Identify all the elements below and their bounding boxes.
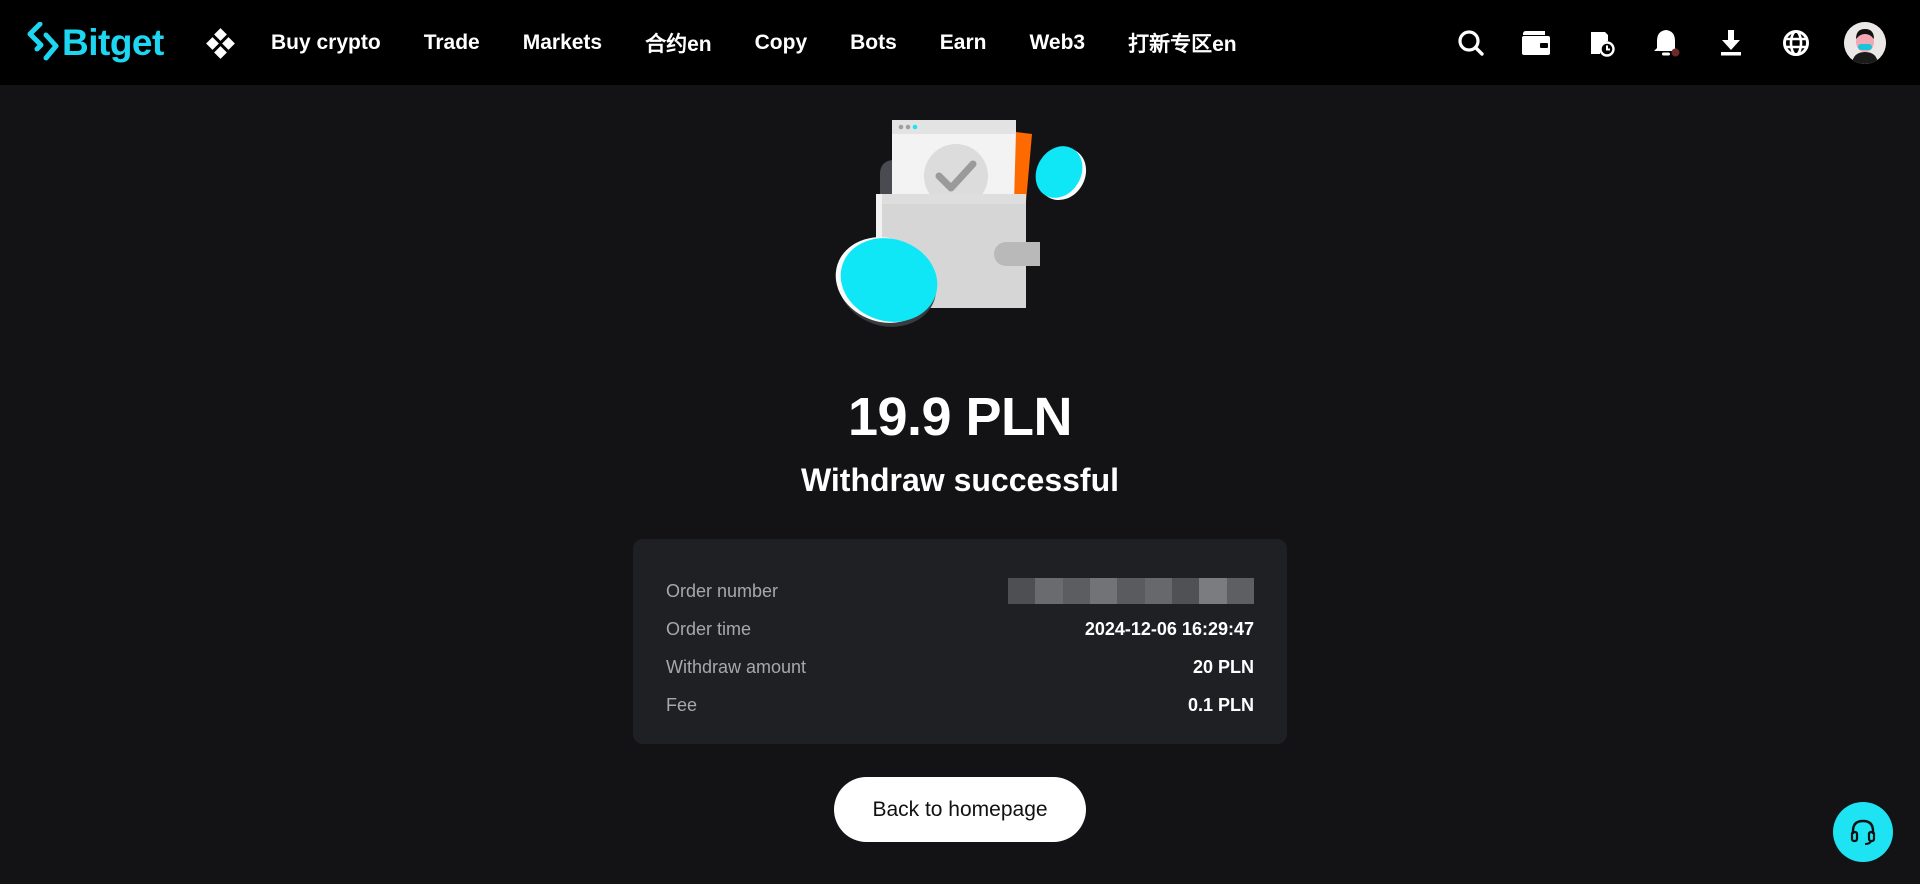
main-nav: Buy crypto Trade Markets 合约en Copy Bots …: [271, 0, 1280, 85]
user-avatar-image: [1844, 21, 1886, 64]
nav-item-buy-crypto[interactable]: Buy crypto: [271, 31, 381, 55]
order-number-label: Order number: [666, 580, 779, 601]
download-icon: [1721, 29, 1741, 55]
withdraw-amount-label: Withdraw amount: [666, 656, 807, 677]
fee-label: Fee: [666, 694, 698, 715]
headset-icon: [1850, 819, 1876, 845]
nav-item-earn[interactable]: Earn: [940, 31, 987, 55]
search-button[interactable]: [1456, 28, 1486, 58]
order-details-card: Order number Order time 2024-12-06 16:29…: [633, 539, 1287, 744]
nav-item-trade[interactable]: Trade: [424, 31, 480, 55]
nav-item-futures[interactable]: 合约en: [645, 28, 712, 58]
bitget-logo-icon: [27, 22, 59, 61]
nav-item-bots[interactable]: Bots: [850, 31, 897, 55]
orders-button[interactable]: [1586, 28, 1616, 58]
detail-row-fee: Fee 0.1 PLN: [666, 686, 1254, 724]
header-tools: [1421, 0, 1886, 85]
fee-value: 0.1 PLN: [1187, 694, 1254, 715]
download-button[interactable]: [1716, 28, 1746, 58]
wallet-icon: [1522, 30, 1550, 55]
customer-support-button[interactable]: [1833, 802, 1893, 862]
withdraw-amount-value: 20 PLN: [1192, 656, 1254, 677]
withdraw-success-illustration: [835, 120, 1087, 327]
order-time-value: 2024-12-06 16:29:47: [1084, 618, 1254, 639]
order-time-label: Order time: [666, 618, 752, 639]
detail-row-withdraw-amount: Withdraw amount 20 PLN: [666, 648, 1254, 686]
nav-item-launchpad[interactable]: 打新专区en: [1128, 28, 1237, 58]
language-button[interactable]: [1781, 28, 1811, 58]
detail-row-order-time: Order time 2024-12-06 16:29:47: [666, 610, 1254, 648]
search-icon: [1458, 29, 1484, 56]
withdraw-amount-headline: 19.9 PLN: [847, 387, 1073, 447]
nav-item-copy[interactable]: Copy: [755, 31, 808, 55]
order-history-icon: [1591, 31, 1615, 57]
bell-icon: [1654, 29, 1680, 56]
bitget-logo-text: Bitget: [62, 21, 164, 63]
notifications-button[interactable]: [1651, 28, 1681, 58]
globe-icon: [1783, 29, 1809, 56]
withdraw-status-title: Withdraw successful: [800, 462, 1119, 498]
top-navigation-bar: Bitget Buy crypto Trade Markets 合约en Cop…: [0, 0, 1920, 85]
avatar[interactable]: [1844, 21, 1886, 64]
apps-grid-icon[interactable]: [205, 28, 237, 60]
wallet-button[interactable]: [1521, 28, 1551, 58]
nav-item-web3[interactable]: Web3: [1029, 31, 1085, 55]
back-to-homepage-button[interactable]: Back to homepage: [834, 777, 1086, 842]
bitget-logo[interactable]: Bitget: [26, 18, 164, 66]
order-number-value-redacted: [1008, 578, 1254, 604]
detail-row-order-number: Order number: [666, 572, 1254, 610]
nav-item-markets[interactable]: Markets: [523, 31, 602, 55]
